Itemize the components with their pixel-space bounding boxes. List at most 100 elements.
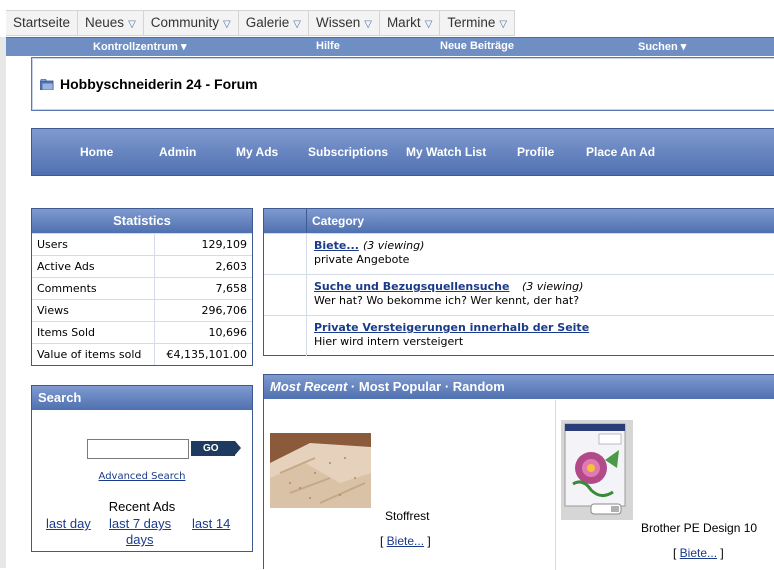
recent-ads-box: Most Recent · Most Popular · Random Stof…: [263, 374, 774, 570]
nav-hilfe[interactable]: Hilfe: [316, 40, 340, 52]
folder-icon: [40, 79, 54, 90]
category-icon-cell: [264, 275, 307, 315]
table-row: Views 296,706: [32, 299, 252, 322]
search-input[interactable]: [87, 439, 189, 459]
statistics-box: Statistics Users 129,109 Active Ads 2,603 …: [31, 208, 253, 366]
nav-label: Suchen: [638, 41, 678, 53]
category-description: private Angebote: [314, 253, 410, 266]
tab-separator: ·: [441, 379, 453, 394]
last-14-days-link[interactable]: last 14: [192, 516, 230, 531]
category-link-biete[interactable]: Biete...: [314, 239, 359, 252]
chevron-down-icon: ▽: [128, 19, 136, 30]
category-header-label: Category: [312, 214, 365, 228]
menu-item-wissen[interactable]: Wissen ▽: [309, 11, 380, 35]
menu-label: Galerie: [245, 15, 290, 30]
ad-category-link[interactable]: Biete...: [387, 534, 424, 548]
ad-name: Stoffrest: [385, 509, 430, 523]
category-description: Hier wird intern versteigert: [314, 335, 464, 348]
adnav-my-ads[interactable]: My Ads: [236, 145, 278, 159]
tab-random[interactable]: Random: [453, 379, 505, 394]
statistics-title: Statistics: [32, 209, 252, 233]
stat-label: Value of items sold: [32, 343, 155, 365]
nav-kontrollzentrum[interactable]: Kontrollzentrum ▾: [93, 40, 187, 53]
ad-thumbnail-brother[interactable]: [561, 420, 633, 520]
category-header: Category: [264, 209, 774, 233]
stat-label: Comments: [32, 277, 155, 300]
menu-item-startseite[interactable]: Startseite: [6, 11, 79, 35]
table-row: Comments 7,658: [32, 277, 252, 300]
stat-value: 2,603: [154, 255, 252, 278]
menu-label: Neues: [85, 15, 125, 30]
adnav-watch-list[interactable]: My Watch List: [406, 145, 486, 159]
column-divider: [555, 400, 556, 570]
stat-value: 10,696: [154, 321, 252, 344]
last-7-days-link[interactable]: last 7 days: [109, 516, 171, 531]
statistics-table: Users 129,109 Active Ads 2,603 Comments 7,6…: [32, 233, 252, 365]
stat-label: Active Ads: [32, 255, 155, 278]
category-row: Private Versteigerungen innerhalb der Se…: [264, 315, 774, 356]
bracket-open: [: [380, 534, 387, 548]
advanced-search-link[interactable]: Advanced Search: [32, 471, 252, 482]
stat-label: Users: [32, 233, 155, 256]
recent-ads-heading: Recent Ads: [108, 499, 176, 514]
recent-ads-tabs: Most Recent · Most Popular · Random: [264, 375, 774, 399]
search-box: Search GO Advanced Search Recent Ads las…: [31, 385, 253, 552]
menu-label: Termine: [447, 15, 496, 30]
category-link-versteigerungen[interactable]: Private Versteigerungen innerhalb der Se…: [314, 321, 589, 334]
nav-label: Kontrollzentrum: [93, 41, 178, 53]
ad-name: Brother PE Design 10: [641, 521, 758, 535]
ad-navigation: Home Admin My Ads Subscriptions My Watch…: [31, 128, 774, 176]
menu-item-markt[interactable]: Markt ▽: [380, 11, 441, 35]
menu-item-neues[interactable]: Neues ▽: [78, 11, 144, 35]
forum-title-box: Hobbyschneiderin 24 - Forum: [31, 57, 774, 111]
top-menu-bar: Startseite Neues ▽ Community ▽ Galerie ▽ Wi…: [0, 0, 774, 37]
category-viewing: (3 viewing): [363, 239, 425, 252]
category-description: Wer hat? Wo bekomme ich? Wer kennt, der …: [314, 294, 580, 307]
top-menu: Startseite Neues ▽ Community ▽ Galerie ▽ Wi…: [6, 10, 516, 36]
menu-item-community[interactable]: Community ▽: [144, 11, 239, 35]
category-link-suche[interactable]: Suche und Bezugsquellensuche: [314, 280, 509, 293]
menu-item-termine[interactable]: Termine ▽: [440, 11, 516, 35]
ad-category-link[interactable]: Biete...: [680, 546, 717, 560]
category-icon-cell: [264, 316, 307, 356]
stat-value: 129,109: [154, 233, 252, 256]
category-icon-cell: [264, 234, 307, 274]
nav-suchen[interactable]: Suchen ▾: [638, 40, 686, 53]
caret-down-icon: ▾: [181, 41, 187, 53]
adnav-admin[interactable]: Admin: [159, 145, 196, 159]
menu-item-galerie[interactable]: Galerie ▽: [239, 11, 309, 35]
ad-thumbnail-stoffrest[interactable]: [270, 433, 371, 508]
menu-label: Wissen: [315, 15, 361, 30]
forum-navbar: Kontrollzentrum ▾ Hilfe Neue Beiträge Su…: [6, 37, 774, 56]
adnav-profile[interactable]: Profile: [517, 145, 554, 159]
stat-label: Items Sold: [32, 321, 155, 344]
tab-separator: ·: [347, 379, 359, 394]
category-row: Suche und Bezugsquellensuche (3 viewing)…: [264, 274, 774, 315]
bracket-close: ]: [717, 546, 724, 560]
adnav-place-ad[interactable]: Place An Ad: [586, 145, 655, 159]
tab-most-popular[interactable]: Most Popular: [359, 379, 441, 394]
bracket-close: ]: [424, 534, 431, 548]
ad-category: [ Biete... ]: [673, 546, 724, 560]
page-left-border: [0, 37, 6, 568]
ad-category: [ Biete... ]: [380, 534, 431, 548]
last-day-link[interactable]: last day: [46, 516, 91, 531]
menu-label: Markt: [386, 15, 421, 30]
adnav-home[interactable]: Home: [80, 145, 113, 159]
nav-neue-beitraege[interactable]: Neue Beiträge: [440, 40, 514, 52]
table-row: Items Sold 10,696: [32, 321, 252, 344]
table-row: Users 129,109: [32, 233, 252, 256]
table-row: Active Ads 2,603: [32, 255, 252, 278]
stat-label: Views: [32, 299, 155, 322]
tab-most-recent[interactable]: Most Recent: [270, 379, 347, 394]
chevron-down-icon: ▽: [293, 19, 301, 30]
stat-value: 296,706: [154, 299, 252, 322]
stat-value: 7,658: [154, 277, 252, 300]
category-row: Biete... (3 viewing) private Angebote: [264, 233, 774, 274]
last-14-days-link-wrap[interactable]: days: [126, 532, 153, 547]
table-row: Value of items sold €4,135,101.00: [32, 343, 252, 365]
adnav-subscriptions[interactable]: Subscriptions: [308, 145, 388, 159]
chevron-down-icon: ▽: [223, 19, 231, 30]
search-title: Search: [32, 386, 252, 410]
go-button[interactable]: GO: [191, 441, 241, 456]
